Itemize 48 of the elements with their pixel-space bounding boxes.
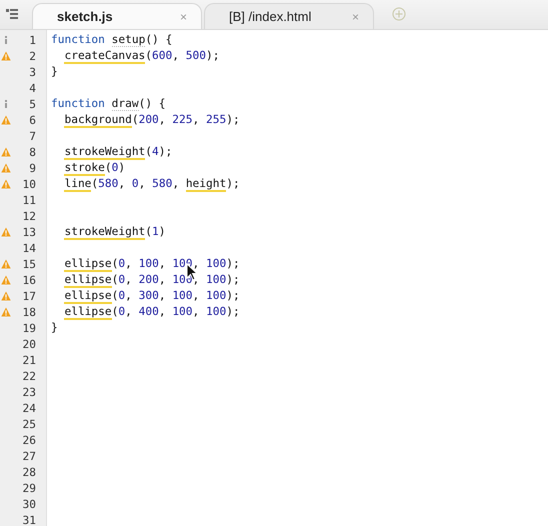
line-number: 10	[22, 178, 36, 190]
tab-label: sketch.js	[57, 9, 114, 24]
code-line: line(580, 0, 580, height);	[63, 176, 240, 192]
line-number: 18	[22, 306, 36, 318]
code-line: }	[51, 320, 58, 336]
line-number: 23	[22, 386, 36, 398]
line-number: 12	[22, 210, 36, 222]
line-number: 6	[29, 114, 36, 126]
menu-icon[interactable]	[6, 9, 18, 19]
line-number: 4	[29, 82, 36, 94]
code-line: ellipse(0, 400, 100, 100);	[63, 304, 240, 320]
line-number: 14	[22, 242, 36, 254]
line-number: 26	[22, 434, 36, 446]
code-line: strokeWeight(4);	[63, 144, 172, 160]
editor-tab[interactable]: sketch.js ×	[32, 3, 202, 29]
code-line: ellipse(0, 300, 100, 100);	[63, 288, 240, 304]
line-number: 20	[22, 338, 36, 350]
code-line: function setup() {	[51, 32, 172, 48]
line-number: 13	[22, 226, 36, 238]
line-number: 19	[22, 322, 36, 334]
line-number: 8	[29, 146, 36, 158]
line-number: 2	[29, 50, 36, 62]
line-number: 21	[22, 354, 36, 366]
line-number: 3	[29, 66, 36, 78]
code-line: createCanvas(600, 500);	[63, 48, 220, 64]
code-line: function draw() {	[51, 96, 166, 112]
line-number: 22	[22, 370, 36, 382]
line-number: 9	[29, 162, 36, 174]
code-line: }	[51, 64, 58, 80]
line-number: 11	[22, 194, 36, 206]
code-line: strokeWeight(1)	[63, 224, 166, 240]
line-number: 7	[29, 130, 36, 142]
line-number: 5	[29, 98, 36, 110]
line-number: 1	[29, 34, 36, 46]
line-number: 27	[22, 450, 36, 462]
line-number: 24	[22, 402, 36, 414]
line-number: 16	[22, 274, 36, 286]
tab-label: [B] /index.html	[229, 9, 312, 24]
line-number: 15	[22, 258, 36, 270]
code-line: stroke(0)	[63, 160, 126, 176]
line-number: 31	[22, 514, 36, 526]
editor-tab[interactable]: [B] /index.html ×	[204, 3, 374, 29]
line-number: 25	[22, 418, 36, 430]
line-number: 17	[22, 290, 36, 302]
line-number: 28	[22, 466, 36, 478]
code-line: background(200, 225, 255);	[63, 112, 240, 128]
line-number: 30	[22, 498, 36, 510]
line-number: 29	[22, 482, 36, 494]
